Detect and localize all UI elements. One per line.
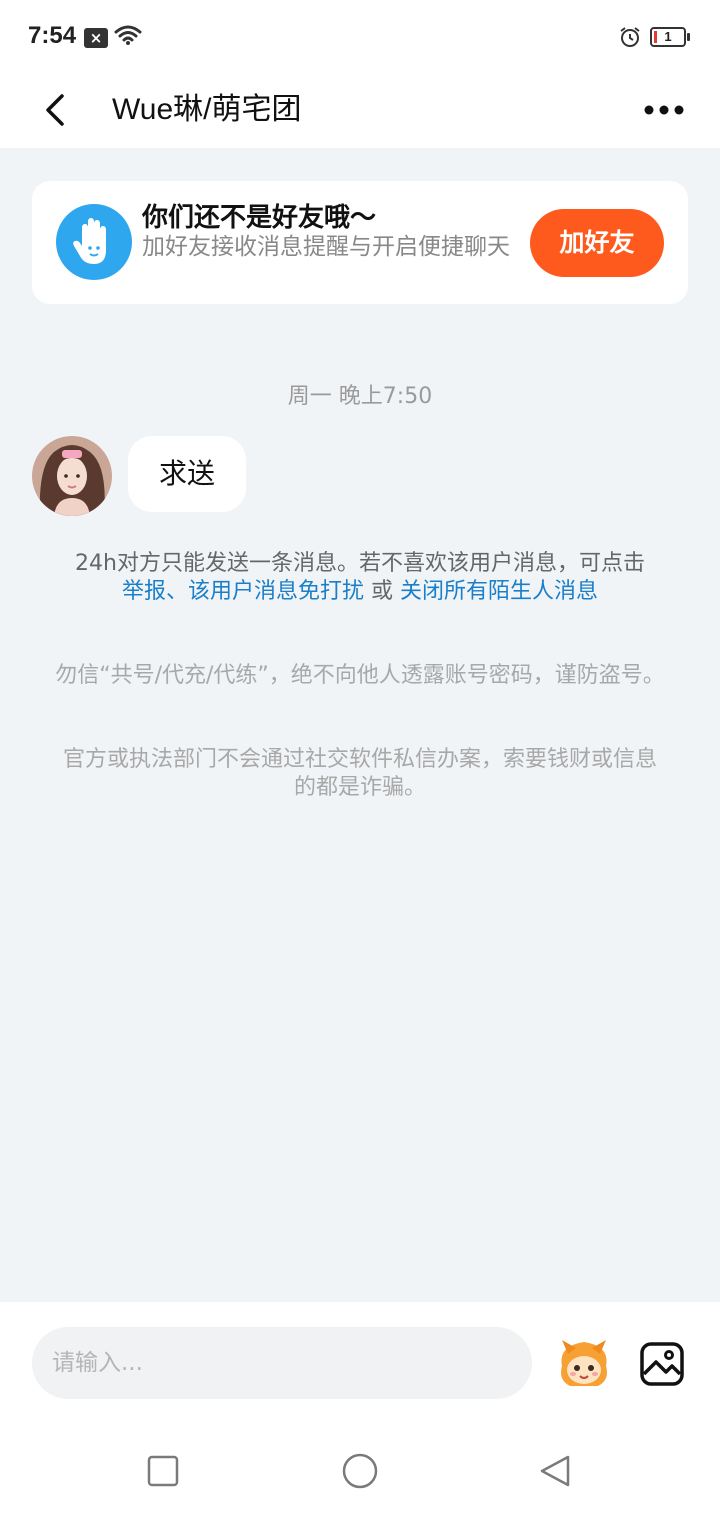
battery-icon: 1 bbox=[650, 27, 686, 47]
stranger-notice: 24h对方只能发送一条消息。若不喜欢该用户消息，可点击 举报、该用户消息免打扰 … bbox=[30, 550, 690, 606]
mute-user-link[interactable]: 该用户消息免打扰 bbox=[188, 579, 364, 604]
alarm-icon bbox=[620, 27, 640, 47]
nav-bar: Wue琳/萌宅团 bbox=[0, 72, 720, 148]
triangle-back-icon[interactable] bbox=[538, 1454, 572, 1488]
friend-card-subtitle: 加好友接收消息提醒与开启便捷聊天 bbox=[142, 234, 510, 260]
wifi-icon bbox=[114, 25, 142, 45]
message-input[interactable] bbox=[32, 1327, 532, 1399]
notice-text: 24h对方只能发送一条消息。若不喜欢该用户消息，可点击 bbox=[75, 551, 645, 576]
friend-card-title: 你们还不是好友哦～ bbox=[142, 203, 377, 233]
hand-wave-icon bbox=[56, 204, 132, 280]
image-icon[interactable] bbox=[638, 1340, 686, 1388]
fraud-warning: 官方或执法部门不会通过社交软件私信办案，索要钱财或信息的都是诈骗。 bbox=[62, 747, 657, 800]
message-bubble[interactable]: 求送 bbox=[128, 436, 246, 512]
close-box-icon: × bbox=[84, 28, 108, 48]
security-warning: 勿信“共号/代充/代练”，绝不向他人透露账号密码，谨防盗号。 bbox=[55, 663, 665, 688]
system-nav-bar bbox=[0, 1422, 720, 1520]
square-icon[interactable] bbox=[146, 1454, 180, 1488]
notice-or: 或 bbox=[364, 579, 401, 604]
circle-icon[interactable] bbox=[341, 1452, 379, 1490]
avatar[interactable] bbox=[32, 436, 112, 516]
add-friend-button[interactable]: 加好友 bbox=[530, 209, 664, 277]
input-bar bbox=[0, 1302, 720, 1422]
message-timestamp: 周一 晚上7:50 bbox=[287, 384, 433, 409]
close-strangers-link[interactable]: 关闭所有陌生人消息 bbox=[400, 579, 598, 604]
status-bar: 7:54 × 1 bbox=[0, 0, 720, 72]
report-link[interactable]: 举报 bbox=[122, 579, 166, 604]
more-dots-icon[interactable] bbox=[640, 90, 690, 130]
status-time: 7:54 bbox=[28, 22, 77, 49]
mascot-emoji-icon[interactable] bbox=[554, 1336, 614, 1392]
battery-tip bbox=[687, 33, 690, 41]
notice-separator: 、 bbox=[165, 579, 188, 604]
battery-level: 1 bbox=[664, 29, 672, 44]
page-title: Wue琳/萌宅团 bbox=[112, 93, 302, 126]
add-friend-card: 你们还不是好友哦～ 加好友接收消息提醒与开启便捷聊天 加好友 bbox=[32, 181, 688, 304]
back-chevron-icon[interactable] bbox=[38, 84, 74, 136]
